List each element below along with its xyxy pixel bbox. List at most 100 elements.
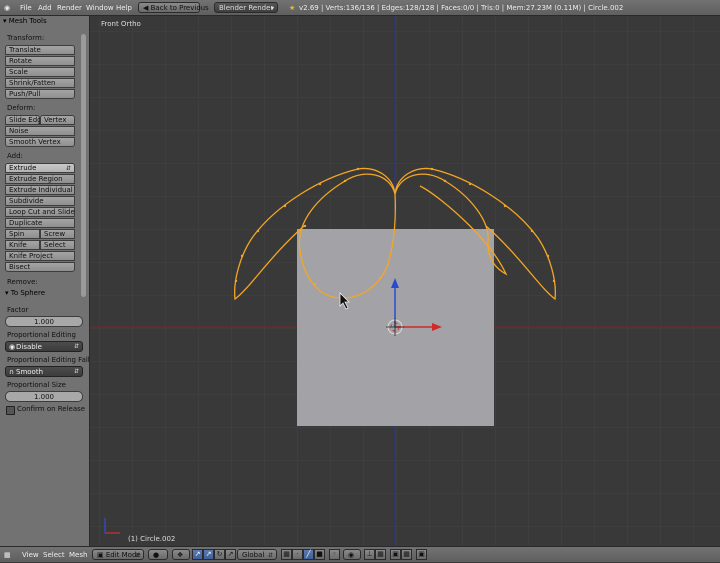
edit-mode-icon: ▣ [97,551,104,559]
back-to-previous-button[interactable]: ◀ Back to Previous [138,2,209,13]
snap-element-icon[interactable]: ▦ [375,549,386,560]
blender-logo-icon[interactable]: ◉ [4,0,10,16]
confirm-on-release-label: Confirm on Release [17,405,86,413]
active-object-label: (1) Circle.002 [128,535,176,543]
layer-icon[interactable]: ▦ [281,549,292,560]
view-name-label: Front Ortho [101,20,141,28]
viewport-shading-select[interactable]: ● [148,549,168,560]
proportional-icon: ◉ [348,551,355,559]
add-label: Add: [7,152,23,160]
back-to-previous-label: Back to Previous [150,4,209,12]
proportional-size-field[interactable]: 1.000 [5,391,83,402]
slide-vertex-button[interactable]: Vertex [40,115,75,125]
shrink-fatten-button[interactable]: Shrink/Fatten [5,78,75,88]
render-engine-label: Blender Render [219,4,274,12]
extrude-menu-button[interactable]: Extrude ⇵ [5,163,75,173]
opengl-anim-icon[interactable]: ▦ [401,549,412,560]
menu-help[interactable]: Help [116,0,132,16]
transform-label: Transform: [7,34,45,42]
solid-shading-icon: ● [153,551,160,559]
proportional-editing-value: Disable [16,343,42,351]
extrude-individual-button[interactable]: Extrude Individual [5,185,75,195]
remove-label: Remove: [7,278,38,286]
menu-add[interactable]: Add [38,0,52,16]
face-select-icon[interactable]: ■ [314,549,325,560]
3d-viewport[interactable]: Front Ortho (1) Circle.002 [90,16,720,546]
manipulator-toggle-icon[interactable]: ↗ [192,549,203,560]
cursor-tool-icon[interactable]: ▣ [416,549,427,560]
menu-select[interactable]: Select [43,547,65,563]
falloff-label: Proportional Editing Falloff [7,356,99,364]
updown-arrow-icon: ⇵ [65,165,71,172]
smooth-vertex-button[interactable]: Smooth Vertex [5,137,75,147]
scene-statistics: v2.69 | Verts:136/136 | Edges:128/128 | … [299,4,624,12]
operator-panel-header[interactable]: ▾ To Sphere [5,289,45,298]
translate-button[interactable]: Translate [5,45,75,55]
collapse-icon: ▾ [5,289,9,297]
render-engine-select[interactable]: Blender Render ▾ [214,2,278,13]
push-pull-button[interactable]: Push/Pull [5,89,75,99]
falloff-value: Smooth [16,368,44,376]
mode-select[interactable]: ▣ Edit Mode ⇵ [92,549,144,560]
rotate-button[interactable]: Rotate [5,56,75,66]
snap-icon[interactable]: ⊥ [364,549,375,560]
opengl-render-icon[interactable]: ▣ [390,549,401,560]
menu-file[interactable]: File [20,0,32,16]
scale-button[interactable]: Scale [5,67,75,77]
tool-shelf-scrollbar[interactable] [81,34,86,297]
knife-project-button[interactable]: Knife Project [5,251,75,261]
screw-button[interactable]: Screw [40,229,75,239]
back-icon: ◀ [143,4,149,12]
proportional-size-label: Proportional Size [7,381,66,389]
menu-mesh[interactable]: Mesh [69,547,87,563]
mesh-tools-title: Mesh Tools [8,17,47,25]
info-icon: ★ [289,4,296,12]
proportional-editing-button[interactable]: ◉ [343,549,361,560]
loop-cut-button[interactable]: Loop Cut and Slide [5,207,75,217]
scale-manipulator-icon[interactable]: ↗ [225,549,236,560]
translate-manipulator-icon[interactable]: ↗ [203,549,214,560]
knife-button[interactable]: Knife [5,240,40,250]
editor-type-icon[interactable]: ▦ [4,547,11,563]
knife-select-button[interactable]: Select [40,240,75,250]
subdivide-button[interactable]: Subdivide [5,196,75,206]
extrude-label: Extrude [9,164,37,172]
bisect-button[interactable]: Bisect [5,262,75,272]
menu-window[interactable]: Window [86,0,114,16]
updown-arrow-icon: ⇵ [267,552,273,559]
extrude-region-button[interactable]: Extrude Region [5,174,75,184]
vertex-select-icon[interactable]: ⋅ [292,549,303,560]
factor-field[interactable]: 1.000 [5,316,83,327]
viewport-header: ▦ View Select Mesh ▣ Edit Mode ⇵ ● ❖ ↗ ↗… [0,546,720,562]
collapse-icon: ▾ [3,17,7,25]
factor-label: Factor [7,306,29,314]
deform-label: Deform: [7,104,36,112]
edge-select-icon[interactable]: ╱ [303,549,314,560]
pivot-icon: ❖ [177,551,184,559]
noise-button[interactable]: Noise [5,126,75,136]
confirm-on-release-checkbox[interactable] [6,406,15,415]
menu-view[interactable]: View [22,547,39,563]
dropdown-icon: ▾ [270,5,274,12]
info-header: ◉ File Add Render Window Help ◀ Back to … [0,0,720,16]
menu-render[interactable]: Render [57,0,82,16]
tool-shelf: ▾ Mesh Tools Transform: Translate Rotate… [0,16,99,546]
smooth-falloff-icon: ∩ [9,368,15,376]
orientation-label: Global [242,551,265,559]
pivot-point-select[interactable]: ❖ [172,549,190,560]
viewport-canvas [90,16,720,546]
updown-arrow-icon: ⇵ [73,343,79,350]
updown-arrow-icon: ⇵ [73,368,79,375]
operator-title: To Sphere [10,289,46,297]
updown-arrow-icon: ⇵ [134,552,140,559]
falloff-select[interactable]: ∩ Smooth ⇵ [5,366,83,377]
mesh-tools-header[interactable]: ▾ Mesh Tools [3,17,47,26]
proportional-editing-select[interactable]: ◉ Disable ⇵ [5,341,83,352]
rotate-manipulator-icon[interactable]: ↻ [214,549,225,560]
slide-edge-button[interactable]: Slide Edge [5,115,46,125]
transform-orientation-select[interactable]: Global ⇵ [237,549,277,560]
duplicate-button[interactable]: Duplicate [5,218,75,228]
spin-button[interactable]: Spin [5,229,40,239]
limit-selection-icon[interactable]: ◦ [329,549,340,560]
proportional-off-icon: ◉ [9,343,16,351]
